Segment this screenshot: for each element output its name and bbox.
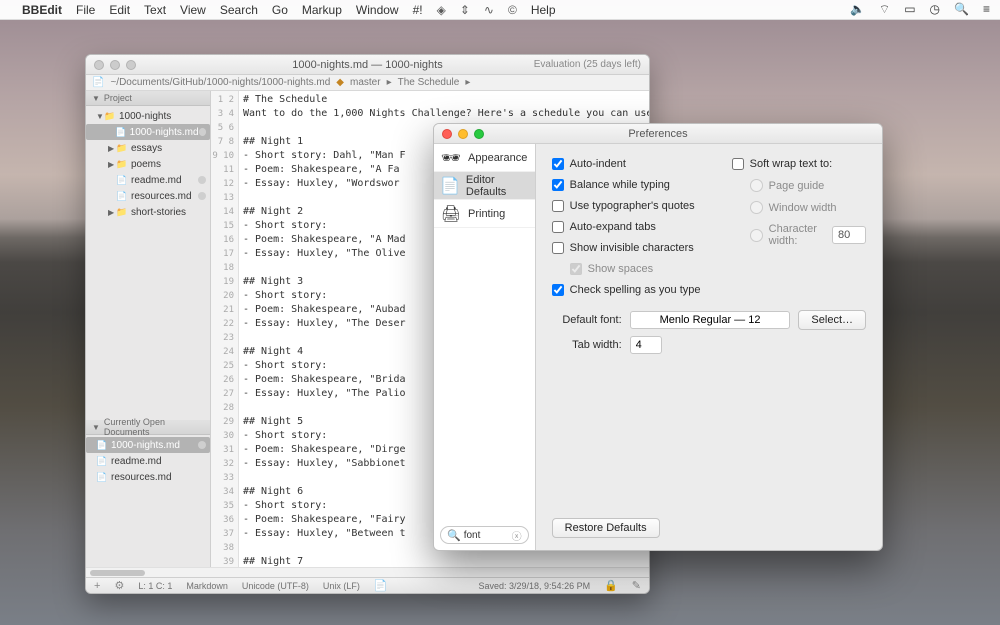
path-section[interactable]: The Schedule [398,77,460,88]
scrollbar-thumb[interactable] [90,570,145,576]
tree-item[interactable]: ▶📁essays [86,140,210,156]
prefs-pane-appearance[interactable]: 🕶Appearance [434,144,535,172]
path-bar[interactable]: 📄 ~/Documents/GitHub/1000-nights/1000-ni… [86,75,649,91]
line-gutter[interactable]: 1 2 3 4 5 6 7 8 9 10 11 12 13 14 15 16 1… [211,91,239,567]
open-doc-item[interactable]: 📄readme.md [86,453,210,469]
open-docs-list[interactable]: 📄1000-nights.md📄readme.md📄resources.md [86,435,210,487]
cursor-position: L: 1 C: 1 [138,581,172,591]
menu-go[interactable]: Go [272,3,288,17]
project-panel-header[interactable]: ▼Project [86,91,210,106]
prefs-title: Preferences [434,128,882,140]
char-width-field[interactable] [832,226,866,244]
auto-expand-tabs-checkbox[interactable]: Auto-expand tabs [552,221,732,233]
updown-icon[interactable]: ⇕ [460,3,470,17]
app-menu[interactable]: BBEdit [22,3,62,17]
horizontal-scrollbar[interactable] [86,567,649,577]
prefs-search: 🔍 font ⓧ [434,520,535,550]
char-width-radio[interactable]: Character width: [750,223,866,247]
tree-item[interactable]: ▼📁1000-nights [86,108,210,124]
menubar: BBEdit File Edit Text View Search Go Mar… [0,0,1000,20]
tree-item[interactable]: 📄1000-nights.md [86,124,210,140]
open-doc-item[interactable]: 📄1000-nights.md [86,437,210,453]
tree-item[interactable]: ▶📁poems [86,156,210,172]
volume-icon[interactable]: 🔈 [850,2,865,17]
menu-edit[interactable]: Edit [109,3,130,17]
script-icon[interactable]: ◈ [437,3,446,17]
search-input[interactable]: font [464,530,481,541]
clear-search-icon[interactable]: ⓧ [512,528,522,543]
auto-indent-checkbox[interactable]: Auto-indent [552,158,732,170]
prefs-pane-list: 🕶Appearance📄Editor Defaults🖨Printing 🔍 f… [434,144,536,550]
path-branch[interactable]: master [350,77,381,88]
menu-window[interactable]: Window [356,3,399,17]
show-invisibles-checkbox[interactable]: Show invisible characters [552,242,732,254]
window-width-radio[interactable]: Window width [750,201,866,214]
status-bar: + ⚙ L: 1 C: 1 Markdown Unicode (UTF-8) U… [86,577,649,593]
tab-width-label: Tab width: [552,339,622,351]
prefs-titlebar[interactable]: Preferences [434,124,882,144]
menu-help[interactable]: Help [531,3,556,17]
search-icon: 🔍 [447,529,461,542]
tree-item[interactable]: 📄resources.md [86,188,210,204]
pencil-icon[interactable]: ✎ [632,579,641,592]
soft-wrap-checkbox[interactable]: Soft wrap text to: [732,158,866,170]
battery-icon[interactable]: ▭ [904,2,915,17]
prefs-content: Auto-indent Balance while typing Use typ… [536,144,882,550]
menu-file[interactable]: File [76,3,95,17]
restore-defaults-button[interactable]: Restore Defaults [552,518,660,538]
lock-icon[interactable]: 🔒 [604,579,618,592]
sidebar: ▼Project ▼📁1000-nights📄1000-nights.md▶📁e… [86,91,211,567]
doc-icon[interactable]: 📄 [374,579,388,592]
squiggle-icon[interactable]: ∿ [484,3,494,17]
saved-time: Saved: 3/29/18, 9:54:26 PM [479,581,591,591]
tree-item[interactable]: 📄readme.md [86,172,210,188]
wifi-icon[interactable]: ⌔ [879,2,890,17]
project-tree[interactable]: ▼📁1000-nights📄1000-nights.md▶📁essays▶📁po… [86,106,210,222]
balance-checkbox[interactable]: Balance while typing [552,179,732,191]
window-title: 1000-nights.md — 1000-nights [86,59,649,71]
encoding[interactable]: Unicode (UTF-8) [242,581,309,591]
language-mode[interactable]: Markdown [186,581,228,591]
gear-icon[interactable]: ⚙ [114,579,124,592]
open-doc-item[interactable]: 📄resources.md [86,469,210,485]
default-font-label: Default font: [552,314,622,326]
menu-view[interactable]: View [180,3,206,17]
line-endings[interactable]: Unix (LF) [323,581,360,591]
editor-titlebar[interactable]: 1000-nights.md — 1000-nights Evaluation … [86,55,649,75]
preferences-window: Preferences 🕶Appearance📄Editor Defaults🖨… [433,123,883,551]
select-font-button[interactable]: Select… [798,310,866,330]
spotlight-icon[interactable]: 🔍 [954,2,969,17]
menu-markup[interactable]: Markup [302,3,342,17]
path-doc[interactable]: ~/Documents/GitHub/1000-nights/1000-nigh… [110,77,330,88]
open-docs-panel-header[interactable]: ▼Currently Open Documents [86,420,210,435]
menu-search[interactable]: Search [220,3,258,17]
show-spaces-checkbox[interactable]: Show spaces [570,263,732,275]
tree-item[interactable]: ▶📁short-stories [86,204,210,220]
clock-icon[interactable]: ◷ [930,2,940,17]
default-font-field[interactable] [630,311,791,329]
tab-width-field[interactable] [630,336,662,354]
typographers-quotes-checkbox[interactable]: Use typographer's quotes [552,200,732,212]
menu-text[interactable]: Text [144,3,166,17]
menu-extra-icon[interactable]: ≡ [983,2,990,17]
prefs-pane-editor-defaults[interactable]: 📄Editor Defaults [434,172,535,200]
page-guide-radio[interactable]: Page guide [750,179,866,192]
copyright-icon[interactable]: © [508,3,517,17]
check-spelling-checkbox[interactable]: Check spelling as you type [552,284,732,296]
prefs-pane-printing[interactable]: 🖨Printing [434,200,535,228]
add-icon[interactable]: + [94,580,100,592]
menu-shebang[interactable]: #! [413,3,423,17]
